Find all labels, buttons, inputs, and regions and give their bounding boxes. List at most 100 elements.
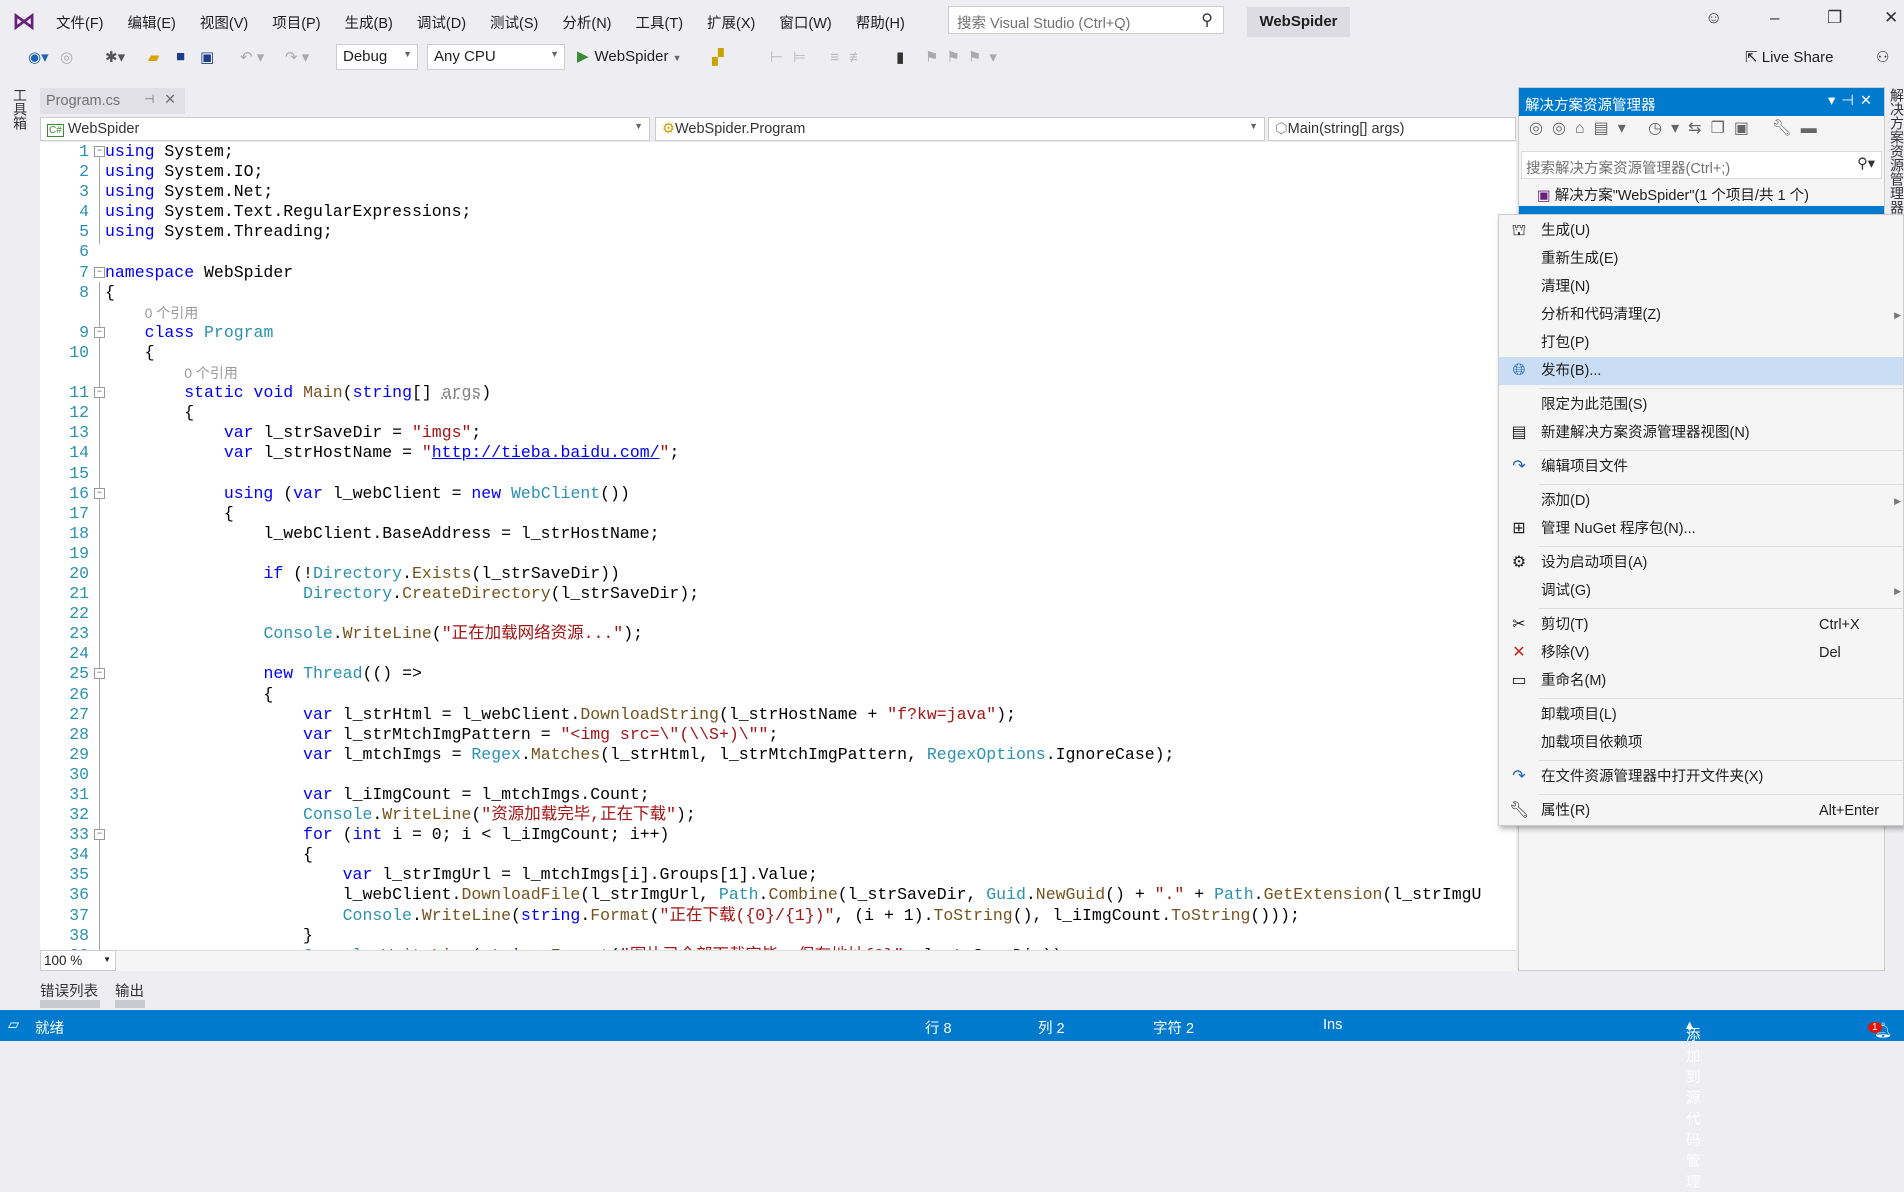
code-token: System; <box>154 142 234 161</box>
fold-toggle-icon[interactable]: − <box>94 387 105 399</box>
format-icons[interactable]: ⊢⊨ ≡≢ <box>770 48 874 66</box>
menu-item[interactable]: 帮助(H) <box>848 12 913 33</box>
context-menu-item[interactable]: ↷ 在文件资源管理器中打开文件夹(X) <box>1499 763 1903 791</box>
feedback-icon[interactable]: ☺ <box>1705 8 1722 28</box>
solution-explorer-side-tab[interactable]: 解决方案资源管理器 <box>1887 88 1904 214</box>
close-button[interactable]: ✕ <box>1884 8 1898 28</box>
type-nav-combo[interactable]: ⚙WebSpider.Program ▼ <box>655 117 1265 141</box>
menu-item[interactable]: 工具(T) <box>628 12 692 33</box>
save-all-icon[interactable]: ▣ <box>200 48 214 66</box>
vs-search-input[interactable]: 搜索 Visual Studio (Ctrl+Q) ⚲ <box>948 6 1224 34</box>
context-menu-item[interactable]: ▭ 重命名(M) <box>1499 667 1903 695</box>
context-menu-item[interactable]: 分析和代码清理(Z) ▶ <box>1499 301 1903 329</box>
code-token: class <box>144 322 195 342</box>
context-menu-item[interactable]: ⊞ 管理 NuGet 程序包(N)... <box>1499 515 1903 543</box>
tab-error-list[interactable]: 错误列表 <box>40 980 98 1001</box>
context-menu-item[interactable]: ⛫ 生成(U) <box>1499 217 1903 245</box>
zoom-select[interactable]: 100 % ▼ <box>40 950 116 971</box>
code-token[interactable]: http://tieba.baidu.com/ <box>432 443 660 462</box>
menu-item[interactable]: 测试(S) <box>482 12 546 33</box>
code-token: { <box>105 403 195 423</box>
code-line: 3 using System.Net; <box>40 182 1516 202</box>
restore-button[interactable]: ❐ <box>1827 8 1842 28</box>
start-debugging-button[interactable]: ▶ WebSpider ▼ <box>577 47 682 65</box>
code-token: RegexOptions <box>926 744 1046 764</box>
codelens-references[interactable]: 0 个引用 <box>145 305 199 321</box>
code-token: . <box>1253 885 1264 905</box>
fold-toggle-icon[interactable]: − <box>94 668 105 680</box>
menu-item[interactable]: 编辑(E) <box>120 12 184 33</box>
context-menu-item[interactable]: 清理(N) <box>1499 273 1903 301</box>
code-token: static <box>184 383 244 403</box>
minimize-button[interactable]: – <box>1770 8 1779 28</box>
menu-item[interactable]: 项目(P) <box>264 12 328 33</box>
save-icon[interactable]: ■ <box>176 48 185 65</box>
context-menu-item[interactable]: 调试(G) ▶ <box>1499 577 1903 605</box>
close-tab-icon[interactable]: ✕ <box>164 92 176 108</box>
platform-select[interactable]: Any CPU ▼ <box>427 44 565 70</box>
undo-icon[interactable]: ↶ ▾ <box>240 48 264 66</box>
tab-output[interactable]: 输出 <box>115 980 144 1001</box>
context-menu-item[interactable]: ✕ 移除(V) Del <box>1499 639 1903 667</box>
source-control-button[interactable]: ↑ 添加到源代码管理 ▴ <box>1686 1017 1701 1191</box>
context-menu-item[interactable]: 限定为此范围(S) <box>1499 391 1903 419</box>
member-nav-combo[interactable]: ⬡Main(string[] args) <box>1268 117 1516 141</box>
rename-icon: ▭ <box>1511 672 1527 689</box>
open-file-icon[interactable]: ▰ <box>148 48 160 66</box>
tab-program-cs[interactable]: Program.cs ⊣ ✕ <box>40 88 185 114</box>
menu-item[interactable]: 调试(D) <box>409 12 474 33</box>
context-menu-item[interactable]: 添加(D) ▶ <box>1499 487 1903 515</box>
solution-explorer-search[interactable]: 搜索解决方案资源管理器(Ctrl+;) ⚲▾ <box>1521 151 1882 179</box>
code-token: var <box>223 423 254 443</box>
fold-toggle-icon[interactable]: − <box>94 829 105 841</box>
code-token: Matches <box>530 744 601 764</box>
context-menu-item[interactable]: 打包(P) <box>1499 329 1903 357</box>
context-menu-item[interactable]: ⚙ 设为启动项目(A) <box>1499 549 1903 577</box>
menu-item-label: 新建解决方案资源管理器视图(N) <box>1541 425 1750 441</box>
configuration-select[interactable]: Debug ▼ <box>336 44 418 70</box>
forward-icon[interactable]: ◎ <box>60 48 73 66</box>
bookmark-icon[interactable]: ▮ <box>896 48 904 66</box>
fold-toggle-icon[interactable]: − <box>94 487 105 499</box>
context-menu-item[interactable]: 卸载项目(L) <box>1499 701 1903 729</box>
code-token: Exists <box>412 563 472 583</box>
context-menu-item[interactable]: 重新生成(E) <box>1499 245 1903 273</box>
fold-toggle-icon[interactable]: − <box>94 326 105 338</box>
panel-controls[interactable]: ▾⊣✕ <box>1828 93 1878 109</box>
code-token: using <box>105 142 155 161</box>
menu-item[interactable]: 文件(F) <box>48 12 112 33</box>
redo-icon[interactable]: ↷ ▾ <box>285 48 309 66</box>
toolbox-tab[interactable]: 工具箱 <box>10 88 30 130</box>
menu-item[interactable]: 视图(V) <box>192 12 256 33</box>
bookmark-nav-icons[interactable]: ⚑⚑⚑▾ <box>925 48 1005 66</box>
context-menu-item[interactable]: ✂ 剪切(T) Ctrl+X <box>1499 611 1903 639</box>
code-token: l_strHtml = l_webClient. <box>332 704 581 724</box>
find-in-files-icon[interactable]: ▞ <box>712 48 724 66</box>
fold-toggle-icon[interactable]: − <box>94 266 105 278</box>
context-menu-item[interactable]: 🌐︎ 发布(B)... <box>1499 357 1903 385</box>
solution-explorer-toolbar[interactable]: ◎◎⌂▤▾ ◷▾⇆❐▣ 🔧︎▬ <box>1529 118 1826 138</box>
menu-item[interactable]: 窗口(W) <box>771 12 839 33</box>
context-menu-item[interactable]: 加载项目依赖项 <box>1499 729 1903 757</box>
code-token: l_webClient.BaseAddress = l_strHostName; <box>105 523 660 543</box>
context-menu-item[interactable]: ↷ 编辑项目文件 <box>1499 453 1903 481</box>
code-editor[interactable]: 1− using System; 2 using System.IO; 3 using S… <box>40 142 1516 950</box>
code-token: , (i + 1). <box>834 905 934 925</box>
menu-item[interactable]: 扩展(X) <box>699 12 763 33</box>
project-nav-combo[interactable]: C# WebSpider ▼ <box>40 117 650 141</box>
line-number: 18 <box>69 523 89 543</box>
menu-item[interactable]: 生成(B) <box>337 12 401 33</box>
account-icon[interactable]: ⚇ <box>1876 48 1889 66</box>
code-line: 4 using System.Text.RegularExpressions; <box>40 202 1516 222</box>
codelens-references[interactable]: 0 个引用 <box>184 365 238 381</box>
live-share-button[interactable]: ⇱ Live Share <box>1745 48 1833 66</box>
menu-item[interactable]: 分析(N) <box>554 12 619 33</box>
tree-item-solution[interactable]: ▣ 解决方案"WebSpider"(1 个项目/共 1 个) <box>1535 182 1811 207</box>
fold-toggle-icon[interactable]: − <box>94 146 105 157</box>
context-menu-item[interactable]: 🔧︎ 属性(R) Alt+Enter <box>1499 797 1903 825</box>
back-icon[interactable]: ◉▾ <box>28 48 49 66</box>
context-menu-item[interactable]: ▤ 新建解决方案资源管理器视图(N) <box>1499 419 1903 447</box>
pin-icon[interactable]: ⊣ <box>144 92 154 106</box>
new-project-icon[interactable]: ✱▾ <box>105 48 125 66</box>
code-token: . <box>411 905 422 925</box>
